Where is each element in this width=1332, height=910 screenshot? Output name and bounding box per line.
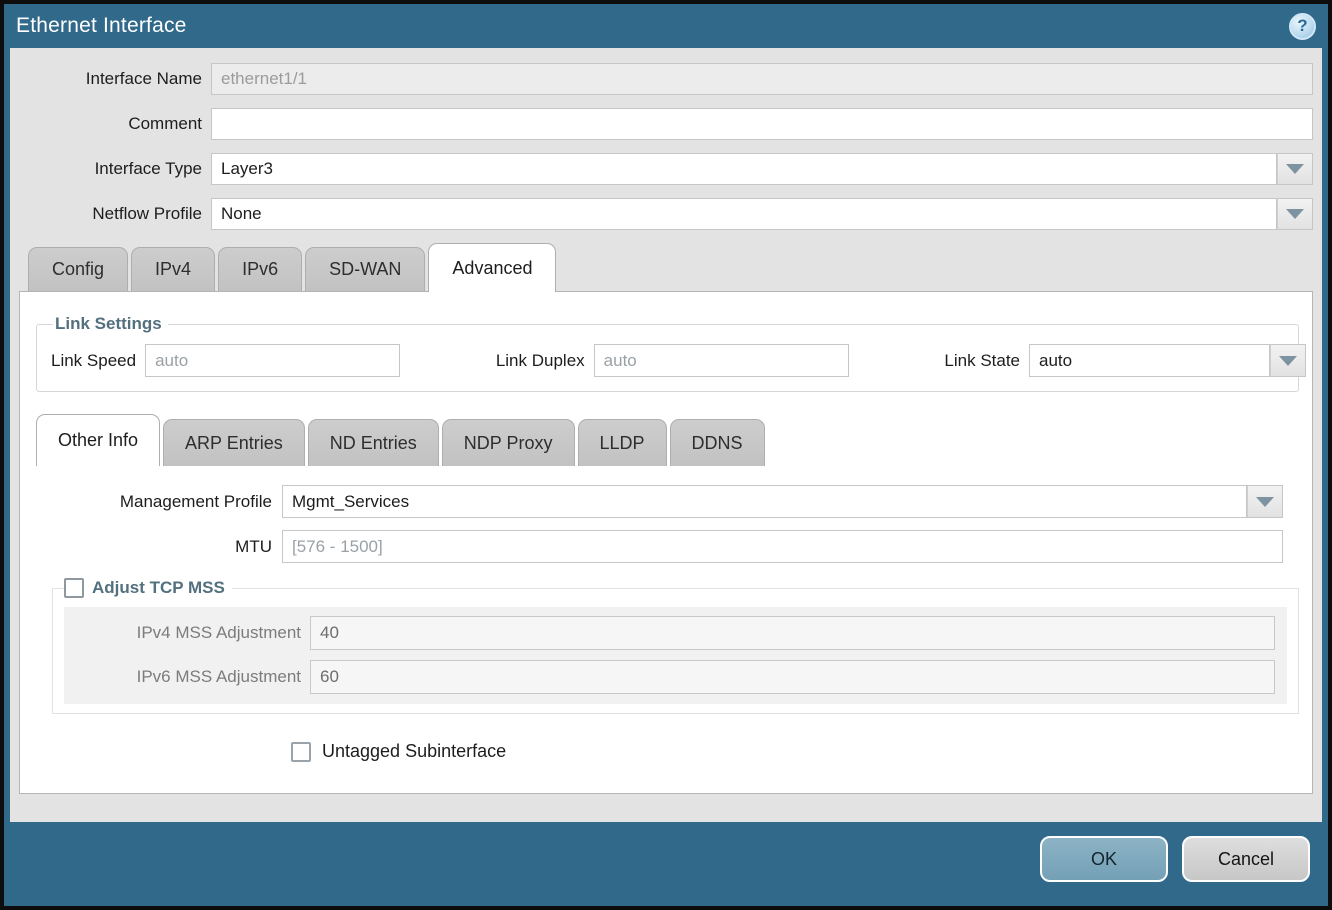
adjust-tcp-mss-group: Adjust TCP MSS IPv4 MSS Adjustment IPv6 … [52, 578, 1299, 714]
link-settings-row: Link Speed Link Duplex Link [51, 344, 1284, 377]
untagged-subinterface-label: Untagged Subinterface [322, 741, 506, 762]
link-duplex-label: Link Duplex [496, 351, 594, 371]
ipv6-mss-row: IPv6 MSS Adjustment [64, 660, 1275, 694]
tab-ddns[interactable]: DDNS [670, 419, 765, 466]
comment-label: Comment [19, 114, 211, 134]
interface-type-value[interactable] [211, 153, 1277, 185]
interface-name-field-wrap [211, 63, 1313, 95]
interface-type-label: Interface Type [19, 159, 211, 179]
management-profile-dropdown-button[interactable] [1247, 485, 1283, 518]
interface-name-input [211, 63, 1313, 95]
help-icon[interactable]: ? [1289, 13, 1316, 40]
advanced-tab-panel: Link Settings Link Speed Link Duplex [19, 291, 1313, 794]
link-speed-field-wrap [145, 344, 400, 377]
link-state-label: Link State [944, 351, 1029, 371]
mtu-row: MTU [36, 530, 1283, 563]
interface-name-label: Interface Name [19, 69, 211, 89]
chevron-down-icon [1256, 497, 1274, 507]
mtu-field-wrap [282, 530, 1283, 563]
management-profile-dropdown[interactable] [282, 485, 1283, 518]
tab-ndp-proxy[interactable]: NDP Proxy [442, 419, 575, 466]
management-profile-label: Management Profile [36, 492, 282, 512]
ipv4-mss-row: IPv4 MSS Adjustment [64, 616, 1275, 650]
tab-config[interactable]: Config [28, 247, 128, 291]
chevron-down-icon [1279, 356, 1297, 366]
link-duplex-item: Link Duplex [496, 344, 849, 377]
link-state-item: Link State [944, 344, 1284, 377]
chevron-down-icon [1286, 164, 1304, 174]
link-duplex-field-wrap [594, 344, 849, 377]
cancel-button[interactable]: Cancel [1182, 836, 1310, 882]
link-duplex-input[interactable] [594, 344, 849, 377]
dialog-footer: OK Cancel [4, 822, 1328, 906]
link-speed-input[interactable] [145, 344, 400, 377]
ipv4-mss-input [310, 616, 1275, 650]
tab-other-info[interactable]: Other Info [36, 414, 160, 466]
management-profile-value[interactable] [282, 485, 1247, 518]
link-state-value[interactable] [1029, 344, 1270, 377]
dialog-title: Ethernet Interface [16, 14, 187, 38]
inner-tab-bar: Other Info ARP Entries ND Entries NDP Pr… [36, 414, 1299, 466]
adjust-tcp-mss-legend-text: Adjust TCP MSS [92, 578, 225, 598]
netflow-profile-label: Netflow Profile [19, 204, 211, 224]
interface-type-dropdown-button[interactable] [1277, 153, 1313, 185]
tab-ipv6[interactable]: IPv6 [218, 247, 302, 291]
tab-sdwan[interactable]: SD-WAN [305, 247, 425, 291]
netflow-profile-dropdown[interactable] [211, 198, 1313, 230]
comment-field-wrap [211, 108, 1313, 140]
interface-type-row: Interface Type [19, 153, 1313, 185]
adjust-tcp-mss-checkbox[interactable] [64, 578, 84, 598]
comment-input[interactable] [211, 108, 1313, 140]
tab-ipv4[interactable]: IPv4 [131, 247, 215, 291]
netflow-profile-row: Netflow Profile [19, 198, 1313, 230]
tab-nd-entries[interactable]: ND Entries [308, 419, 439, 466]
management-profile-row: Management Profile [36, 485, 1283, 518]
link-state-dropdown-button[interactable] [1270, 344, 1306, 377]
netflow-profile-dropdown-button[interactable] [1277, 198, 1313, 230]
tab-advanced[interactable]: Advanced [428, 243, 556, 292]
main-tab-bar: Config IPv4 IPv6 SD-WAN Advanced [19, 243, 1313, 291]
mtu-input[interactable] [282, 530, 1283, 563]
chevron-down-icon [1286, 209, 1304, 219]
untagged-subinterface-checkbox[interactable] [291, 742, 311, 762]
untagged-subinterface-row: Untagged Subinterface [291, 741, 1299, 762]
interface-type-dropdown[interactable] [211, 153, 1313, 185]
adjust-tcp-mss-legend: Adjust TCP MSS [64, 578, 232, 598]
tab-lldp[interactable]: LLDP [578, 419, 667, 466]
ethernet-interface-dialog: Ethernet Interface ? Interface Name Comm… [0, 0, 1332, 910]
ipv6-mss-label: IPv6 MSS Adjustment [64, 667, 310, 687]
link-speed-item: Link Speed [51, 344, 400, 377]
link-speed-label: Link Speed [51, 351, 145, 371]
mss-disabled-block: IPv4 MSS Adjustment IPv6 MSS Adjustment [64, 607, 1287, 704]
other-info-panel: Management Profile MTU Adjust TCP [36, 466, 1299, 762]
tab-arp-entries[interactable]: ARP Entries [163, 419, 305, 466]
link-settings-legend: Link Settings [53, 314, 168, 334]
ipv4-mss-label: IPv4 MSS Adjustment [64, 623, 310, 643]
link-state-dropdown[interactable] [1029, 344, 1284, 377]
link-settings-group: Link Settings Link Speed Link Duplex [36, 314, 1299, 392]
ipv6-mss-input [310, 660, 1275, 694]
dialog-titlebar: Ethernet Interface ? [4, 4, 1328, 48]
comment-row: Comment [19, 108, 1313, 140]
netflow-profile-value[interactable] [211, 198, 1277, 230]
mtu-label: MTU [36, 537, 282, 557]
ok-button[interactable]: OK [1040, 836, 1168, 882]
interface-name-row: Interface Name [19, 63, 1313, 95]
dialog-body: Interface Name Comment Interface Type Ne… [10, 48, 1322, 822]
